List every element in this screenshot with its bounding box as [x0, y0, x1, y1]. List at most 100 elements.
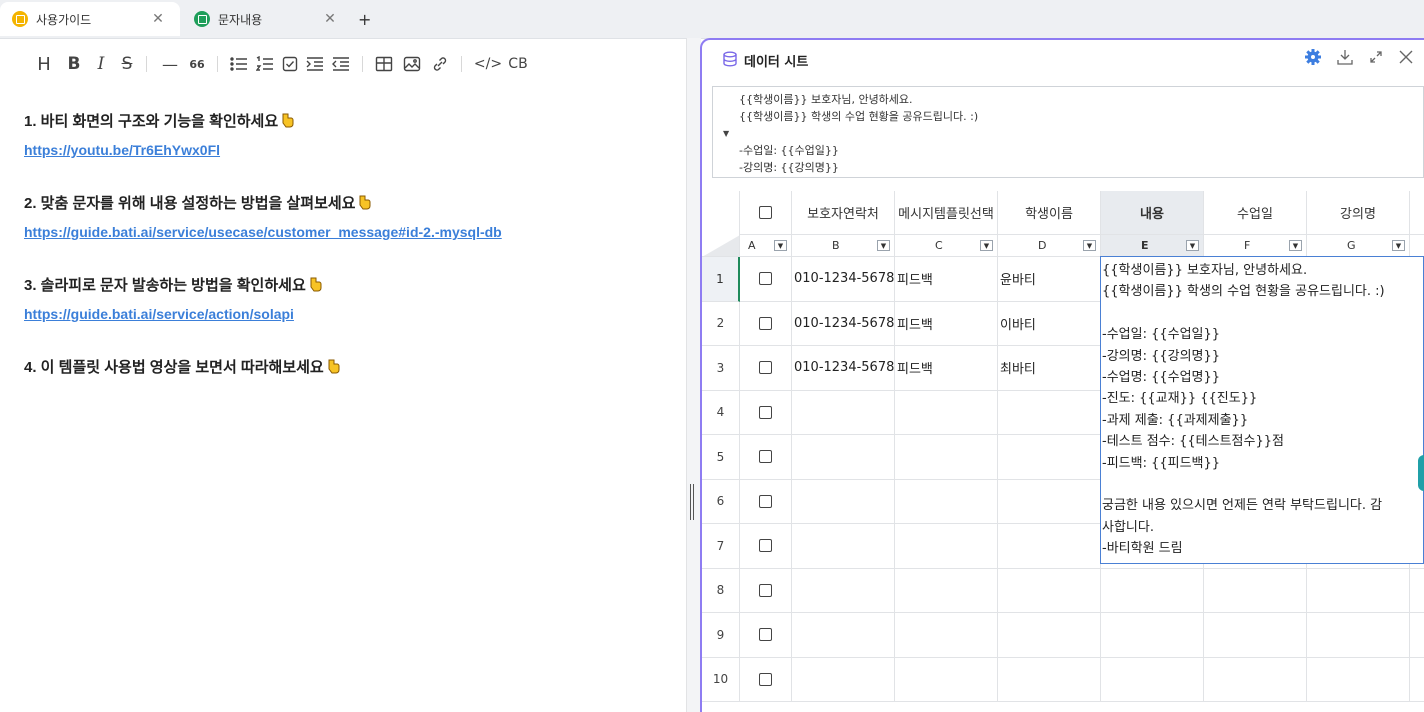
row-checkbox[interactable] — [759, 539, 772, 553]
cell-phone[interactable]: 010-1234-5678 — [792, 346, 895, 391]
cell-lecture[interactable] — [1307, 568, 1410, 613]
cell-student-name[interactable] — [998, 524, 1101, 569]
code-button[interactable]: </> — [474, 52, 502, 76]
cell-student-name[interactable] — [998, 613, 1101, 658]
cell-phone[interactable]: 010-1234-5678 — [792, 257, 895, 302]
select-all-checkbox[interactable] — [759, 206, 772, 219]
cell-student-name[interactable] — [998, 568, 1101, 613]
expand-icon[interactable] — [1368, 49, 1384, 69]
codeblock-button[interactable]: CB — [506, 52, 530, 76]
row-number[interactable]: 4 — [702, 390, 740, 435]
row-checkbox-cell[interactable] — [740, 479, 792, 524]
collapse-caret-icon[interactable]: ▼ — [723, 129, 729, 138]
row-number[interactable]: 7 — [702, 524, 740, 569]
guide-document[interactable]: 1. 바티 화면의 구조와 기능을 확인하세요 https://youtu.be… — [24, 110, 674, 380]
filter-dropdown-icon[interactable]: ▼ — [1289, 240, 1302, 251]
cell-student-name[interactable]: 이바티 — [998, 301, 1101, 346]
column-header[interactable]: 메시지템플릿선택 — [895, 191, 998, 235]
row-checkbox[interactable] — [759, 361, 772, 375]
cell-student-name[interactable] — [998, 435, 1101, 480]
cell-template[interactable] — [895, 524, 998, 569]
row-checkbox-cell[interactable] — [740, 657, 792, 702]
cell-phone[interactable] — [792, 435, 895, 480]
splitter-grip[interactable] — [690, 484, 694, 520]
column-header[interactable]: 강의명 — [1307, 191, 1410, 235]
cell-phone[interactable] — [792, 613, 895, 658]
row-number[interactable]: 6 — [702, 479, 740, 524]
filter-dropdown-icon[interactable]: ▼ — [1392, 240, 1405, 251]
row-checkbox[interactable] — [759, 672, 772, 686]
strikethrough-button[interactable]: S — [120, 52, 134, 76]
row-checkbox-cell[interactable] — [740, 390, 792, 435]
cell-template[interactable] — [895, 568, 998, 613]
row-checkbox-cell[interactable] — [740, 257, 792, 302]
close-icon[interactable] — [1398, 49, 1414, 69]
row-number[interactable]: 1 — [702, 257, 740, 302]
row-number[interactable]: 8 — [702, 568, 740, 613]
row-checkbox[interactable] — [759, 450, 772, 464]
cell-phone[interactable] — [792, 568, 895, 613]
cell-phone[interactable] — [792, 390, 895, 435]
italic-button[interactable]: I — [94, 52, 108, 76]
cell-template[interactable]: 피드백 — [895, 257, 998, 302]
cell-student-name[interactable] — [998, 479, 1101, 524]
cell-content[interactable] — [1101, 568, 1204, 613]
row-checkbox-cell[interactable] — [740, 346, 792, 391]
filter-dropdown-icon[interactable]: ▼ — [980, 240, 993, 251]
row-checkbox[interactable] — [759, 583, 772, 597]
settings-gear-icon[interactable] — [1304, 48, 1322, 70]
row-checkbox[interactable] — [759, 628, 772, 642]
cell-template[interactable] — [895, 479, 998, 524]
checklist-icon[interactable] — [282, 52, 298, 76]
cell-template[interactable]: 피드백 — [895, 301, 998, 346]
item-link[interactable]: https://guide.bati.ai/service/usecase/cu… — [24, 220, 674, 244]
close-icon[interactable]: ✕ — [322, 11, 338, 27]
indent-icon[interactable] — [306, 52, 324, 76]
cell-date[interactable] — [1204, 568, 1307, 613]
row-number[interactable]: 3 — [702, 346, 740, 391]
column-header[interactable]: 내용 — [1101, 191, 1204, 235]
link-icon[interactable] — [431, 52, 449, 76]
filter-dropdown-icon[interactable]: ▼ — [774, 240, 787, 251]
column-header[interactable]: 수업일 — [1204, 191, 1307, 235]
cell-template[interactable] — [895, 390, 998, 435]
cell-lecture[interactable] — [1307, 613, 1410, 658]
cell-phone[interactable] — [792, 479, 895, 524]
item-link[interactable]: https://guide.bati.ai/service/action/sol… — [24, 302, 674, 326]
table-icon[interactable] — [375, 52, 393, 76]
row-number[interactable]: 9 — [702, 613, 740, 658]
pane-splitter[interactable] — [686, 38, 701, 712]
row-checkbox[interactable] — [759, 272, 772, 286]
row-checkbox-cell[interactable] — [740, 435, 792, 480]
row-number[interactable]: 2 — [702, 301, 740, 346]
cell-date[interactable] — [1204, 613, 1307, 658]
tab-guide[interactable]: 사용가이드 ✕ — [0, 2, 180, 36]
row-checkbox-cell[interactable] — [740, 613, 792, 658]
download-icon[interactable] — [1336, 48, 1354, 70]
image-icon[interactable] — [403, 52, 421, 76]
bullet-list-icon[interactable] — [230, 52, 248, 76]
cell-content[interactable] — [1101, 657, 1204, 702]
scroll-handle[interactable] — [1418, 455, 1424, 491]
cell-template[interactable] — [895, 435, 998, 480]
filter-dropdown-icon[interactable]: ▼ — [877, 240, 890, 251]
item-link[interactable]: https://youtu.be/Tr6EhYwx0Fl — [24, 138, 674, 162]
cell-student-name[interactable] — [998, 390, 1101, 435]
cell-template[interactable]: 피드백 — [895, 346, 998, 391]
template-preview-box[interactable]: ▼ {{학생이름}} 보호자님, 안녕하세요. {{학생이름}} 학생의 수업 현… — [712, 86, 1424, 178]
cell-student-name[interactable] — [998, 657, 1101, 702]
cell-editor-popup[interactable]: {{학생이름}} 보호자님, 안녕하세요. {{학생이름}} 학생의 수업 현황을… — [1100, 256, 1424, 564]
filter-dropdown-icon[interactable]: ▼ — [1186, 240, 1199, 251]
row-checkbox-cell[interactable] — [740, 524, 792, 569]
add-tab-button[interactable]: + — [358, 10, 371, 29]
row-checkbox-cell[interactable] — [740, 301, 792, 346]
cell-phone[interactable]: 010-1234-5678 — [792, 301, 895, 346]
tab-message-content[interactable]: 문자내용 ✕ — [182, 2, 352, 36]
row-number[interactable]: 5 — [702, 435, 740, 480]
column-header[interactable]: 보호자연락처 — [792, 191, 895, 235]
header-select-all[interactable] — [740, 191, 792, 235]
cell-phone[interactable] — [792, 657, 895, 702]
row-checkbox-cell[interactable] — [740, 568, 792, 613]
cell-lecture[interactable] — [1307, 657, 1410, 702]
column-header[interactable]: 학생이름 — [998, 191, 1101, 235]
